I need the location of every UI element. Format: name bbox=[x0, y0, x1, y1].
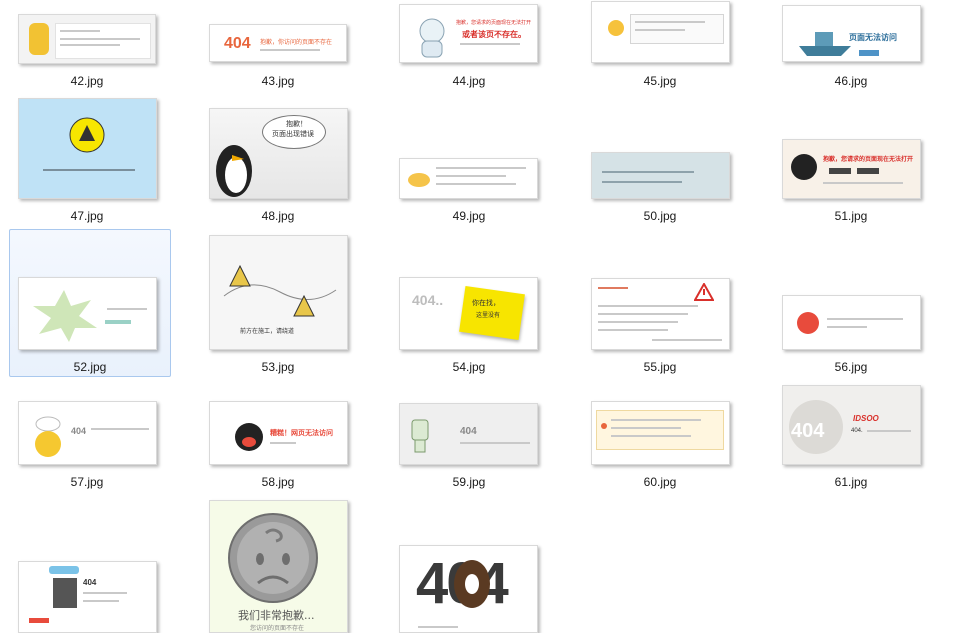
file-label[interactable]: 48.jpg bbox=[198, 209, 358, 223]
robot-icon bbox=[411, 419, 429, 453]
thumbnail-44[interactable]: 抱歉，您请求的页面现在无法打开 或者该页不存在。 bbox=[399, 4, 538, 63]
warning-icon bbox=[694, 283, 714, 301]
thumbnail-49[interactable] bbox=[399, 158, 538, 199]
thumbnail-53[interactable]: 前方在施工，请绕道 bbox=[209, 235, 348, 350]
file-label[interactable]: 60.jpg bbox=[580, 475, 740, 489]
thumbnail-61[interactable]: 404 IDSOO 404. bbox=[782, 385, 921, 465]
construction-icon bbox=[223, 264, 337, 317]
thumbnail-58[interactable]: 糟糕！网页无法访问 bbox=[209, 401, 348, 465]
thumbnail-57[interactable]: 404 bbox=[18, 401, 157, 465]
file-label[interactable]: 56.jpg bbox=[771, 360, 931, 374]
thumbnail-52[interactable] bbox=[18, 277, 157, 350]
sad-face-icon bbox=[228, 513, 318, 603]
donut-icon bbox=[454, 560, 490, 608]
file-label[interactable]: 53.jpg bbox=[198, 360, 358, 374]
file-label[interactable]: 55.jpg bbox=[580, 360, 740, 374]
file-label[interactable]: 50.jpg bbox=[580, 209, 740, 223]
cartoon-character-icon bbox=[419, 18, 445, 58]
alert-icon bbox=[601, 423, 607, 429]
mascot-icon bbox=[797, 312, 819, 334]
file-label[interactable]: 57.jpg bbox=[7, 475, 167, 489]
thumbnail-60[interactable] bbox=[591, 401, 730, 465]
thumbnail-64[interactable]: 404 bbox=[399, 545, 538, 633]
thumbnail-45[interactable] bbox=[591, 1, 730, 63]
thumbnail-42[interactable] bbox=[18, 14, 156, 64]
thumbnail-54[interactable]: 404.. 你在找， 这里没有 bbox=[399, 277, 538, 350]
thumbnail-47[interactable] bbox=[18, 98, 157, 199]
ship-icon bbox=[799, 32, 851, 56]
file-label[interactable]: 54.jpg bbox=[389, 360, 549, 374]
smiley-icon bbox=[608, 20, 624, 36]
thumbnail-50[interactable] bbox=[591, 152, 730, 199]
file-label[interactable]: 61.jpg bbox=[771, 475, 931, 489]
splash-icon bbox=[33, 290, 97, 342]
file-label[interactable]: 45.jpg bbox=[580, 74, 740, 88]
chick-chef-icon bbox=[35, 416, 61, 457]
thumbnail-63[interactable]: 我们非常抱歉... 您访问的页面不存在 bbox=[209, 500, 348, 633]
file-label[interactable]: 49.jpg bbox=[389, 209, 549, 223]
thumbnail-43[interactable]: 404 抱歉，你访问的页面不存在 bbox=[209, 24, 347, 62]
penguin-icon bbox=[216, 145, 252, 197]
thumbnail-56[interactable] bbox=[782, 295, 921, 350]
avatar bbox=[53, 578, 77, 608]
giraffe-icon bbox=[29, 23, 49, 55]
emoji-icon bbox=[408, 173, 430, 187]
wolf-emblem-icon bbox=[69, 117, 105, 153]
file-label[interactable]: 47.jpg bbox=[7, 209, 167, 223]
thumbnail-59[interactable]: 404 bbox=[399, 403, 538, 465]
file-label[interactable]: 44.jpg bbox=[389, 74, 549, 88]
bomb-icon bbox=[791, 154, 817, 180]
logo-icon bbox=[49, 566, 79, 574]
file-label[interactable]: 58.jpg bbox=[198, 475, 358, 489]
file-label[interactable]: 59.jpg bbox=[389, 475, 549, 489]
file-label[interactable]: 43.jpg bbox=[198, 74, 358, 88]
file-label[interactable]: 52.jpg bbox=[10, 360, 170, 374]
crying-face-icon bbox=[235, 423, 263, 451]
thumbnail-62[interactable]: 404 bbox=[18, 561, 157, 633]
thumbnail-46[interactable]: 页面无法访问 bbox=[782, 5, 921, 62]
thumbnail-51[interactable]: 抱歉，您请求的页面现在无法打开 bbox=[782, 139, 921, 199]
thumbnail-55[interactable] bbox=[591, 278, 730, 350]
file-label[interactable]: 46.jpg bbox=[771, 74, 931, 88]
thumbnail-48[interactable]: 抱歉！ 页面出现错误 bbox=[209, 108, 348, 199]
file-grid: 42.jpg 404 抱歉，你访问的页面不存在 43.jpg 抱歉，您请求的页面… bbox=[0, 0, 962, 633]
file-label[interactable]: 42.jpg bbox=[7, 74, 167, 88]
file-label[interactable]: 51.jpg bbox=[771, 209, 931, 223]
